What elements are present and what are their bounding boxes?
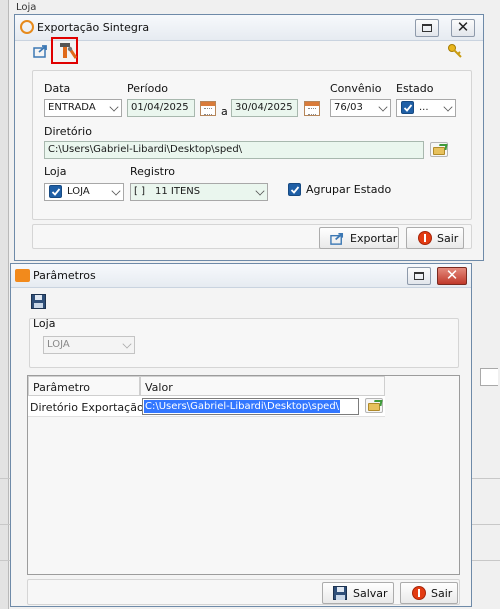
estado-select-value: ...	[419, 102, 429, 113]
periodo-start-field[interactable]: 01/04/2025	[127, 99, 195, 117]
estado-checkbox[interactable]	[401, 101, 414, 114]
agrupar-estado-checkbox[interactable]	[288, 183, 301, 196]
registro-label: Registro	[130, 165, 176, 178]
loja-checkbox[interactable]	[49, 185, 62, 198]
convenio-select-value: 76/03	[334, 102, 363, 113]
param-loja-value: LOJA	[47, 339, 70, 350]
loja-select-value: LOJA	[67, 186, 90, 197]
table-row[interactable]: Diretório Exportação C:\Users\Gabriel-Li…	[28, 396, 385, 417]
diretorio-field[interactable]: C:\Users\Gabriel-Libardi\Desktop\sped\	[44, 141, 424, 159]
data-label: Data	[44, 82, 71, 95]
background-field-fragment	[480, 368, 498, 386]
folder-browse-icon[interactable]	[365, 398, 383, 413]
agrupar-estado-label: Agrupar Estado	[306, 183, 392, 196]
exportar-button[interactable]: Exportar	[319, 227, 399, 249]
convenio-select[interactable]: 76/03	[330, 99, 391, 117]
parametros-table: Parâmetro Valor Diretório Exportação C:\…	[27, 375, 460, 575]
registro-prefix: [ ]	[134, 186, 145, 197]
param-loja-select[interactable]: LOJA	[43, 336, 135, 354]
exportar-label: Exportar	[350, 232, 398, 245]
restore-button[interactable]	[415, 19, 439, 37]
loja-group: Loja LOJA	[29, 317, 459, 368]
export-arrow-icon[interactable]	[33, 43, 49, 59]
sair-label: Sair	[431, 587, 453, 600]
registro-select-value: 11 ITENS	[155, 186, 201, 197]
restore-button[interactable]	[407, 267, 431, 285]
column-header-parametro[interactable]: Parâmetro	[28, 376, 140, 396]
calendar-icon[interactable]	[200, 101, 216, 116]
app-logo-icon	[20, 20, 34, 34]
column-header-valor[interactable]: Valor	[140, 376, 385, 396]
filters-panel: Data ENTRADA Período 01/04/2025 a 30/04/…	[32, 70, 472, 220]
exit-icon	[418, 231, 432, 245]
chevron-down-icon	[109, 102, 119, 112]
loja-select[interactable]: LOJA	[44, 183, 124, 201]
convenio-label: Convênio	[330, 82, 382, 95]
periodo-end-field[interactable]: 30/04/2025	[231, 99, 298, 117]
restore-icon	[414, 272, 424, 280]
key-icon[interactable]	[447, 43, 463, 59]
periodo-end-value: 30/04/2025	[235, 102, 293, 113]
parametros-titlebar[interactable]: Parâmetros ✕	[11, 264, 471, 288]
loja-group-label: Loja	[33, 317, 56, 330]
salvar-label: Salvar	[353, 587, 388, 600]
sair-label: Sair	[437, 232, 459, 245]
valor-cell-text: C:\Users\Gabriel-Libardi\Desktop\sped\	[144, 400, 341, 413]
folder-browse-icon[interactable]	[430, 142, 448, 157]
parametros-window-title: Parâmetros	[33, 269, 96, 282]
app-logo-icon	[15, 269, 30, 282]
periodo-label: Período	[127, 82, 169, 95]
parametros-buttonbar	[27, 579, 460, 605]
save-icon	[333, 586, 347, 600]
data-select[interactable]: ENTRADA	[44, 99, 122, 117]
export-titlebar[interactable]: Exportação Sintegra ✕	[15, 15, 483, 41]
close-button[interactable]: ✕	[451, 19, 475, 37]
background-window-edge	[0, 0, 9, 609]
periodo-separator: a	[221, 105, 228, 118]
registro-select[interactable]: [ ] 11 ITENS	[130, 183, 268, 201]
diretorio-value: C:\Users\Gabriel-Libardi\Desktop\sped\	[48, 144, 243, 155]
diretorio-label: Diretório	[44, 125, 92, 138]
sair-button[interactable]: Sair	[406, 227, 464, 249]
export-window-title: Exportação Sintegra	[37, 21, 150, 34]
sair-button[interactable]: Sair	[400, 582, 458, 604]
chevron-down-icon	[111, 186, 121, 196]
close-icon: ✕	[456, 18, 470, 36]
export-arrow-icon	[330, 231, 345, 246]
close-icon: ✕	[445, 266, 459, 284]
chevron-down-icon	[122, 339, 132, 349]
estado-label: Estado	[396, 82, 434, 95]
parametros-window: Parâmetros ✕ Loja LOJA Parâmetro Valor D…	[10, 263, 472, 607]
column-header-label: Valor	[145, 381, 173, 394]
column-header-label: Parâmetro	[33, 381, 90, 394]
restore-icon	[422, 24, 432, 32]
data-select-value: ENTRADA	[48, 102, 96, 113]
chevron-down-icon	[378, 102, 388, 112]
close-button[interactable]: ✕	[437, 267, 467, 285]
periodo-start-value: 01/04/2025	[131, 102, 189, 113]
valor-cell-input[interactable]: C:\Users\Gabriel-Libardi\Desktop\sped\	[142, 398, 359, 415]
calendar-icon[interactable]	[304, 101, 320, 116]
exit-icon	[412, 586, 426, 600]
salvar-button[interactable]: Salvar	[322, 582, 394, 604]
hammer-wrench-icon[interactable]	[57, 41, 78, 61]
background-loja-label: Loja	[16, 2, 37, 13]
chevron-down-icon	[255, 186, 265, 196]
export-window: Exportação Sintegra ✕ Data ENTRADA Perío…	[14, 14, 484, 261]
chevron-down-icon	[443, 102, 453, 112]
estado-select[interactable]: ...	[396, 99, 456, 117]
loja-label: Loja	[44, 165, 67, 178]
parametro-cell: Diretório Exportação	[30, 401, 144, 414]
save-icon[interactable]	[31, 294, 46, 309]
